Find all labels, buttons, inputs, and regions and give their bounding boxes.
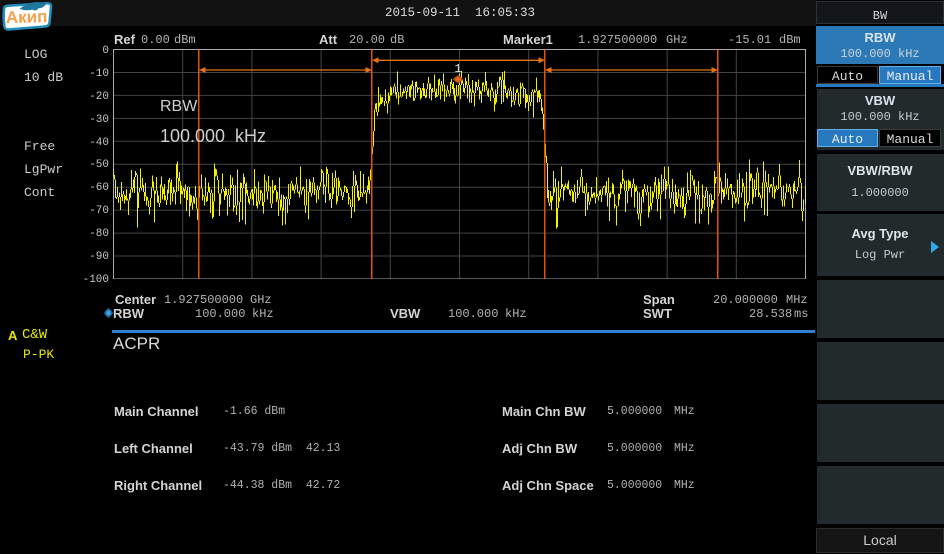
- svg-text:Акип: Акип: [6, 7, 48, 27]
